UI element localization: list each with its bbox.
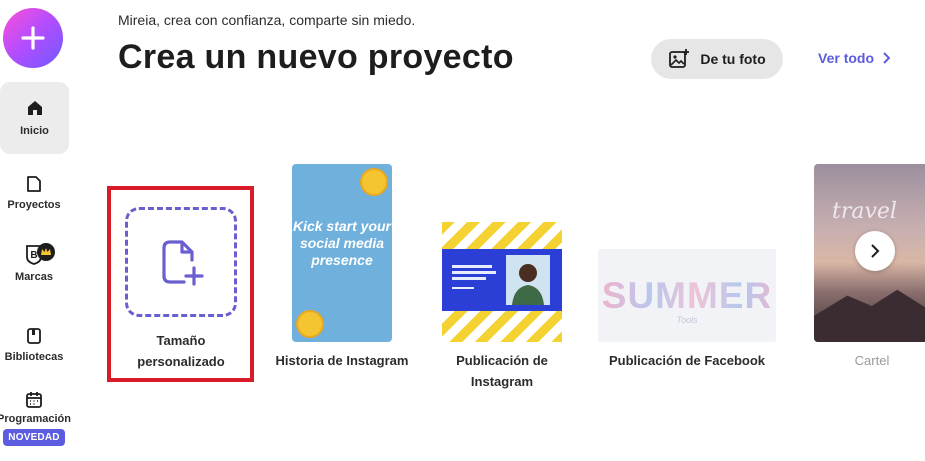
sidebar-item-proyectos[interactable]: Proyectos [0, 175, 68, 211]
facebook-post-label: Publicación de Facebook [608, 353, 766, 368]
from-photo-button[interactable]: De tu foto [651, 39, 783, 79]
sidebar: Inicio Proyectos B Marcas Bibliotecas Pr… [0, 0, 71, 461]
see-all-link[interactable]: Ver todo [818, 50, 891, 66]
chevron-right-icon [871, 244, 880, 258]
home-icon [27, 101, 42, 115]
add-file-icon [162, 240, 204, 286]
label-line: Tamaño [156, 333, 206, 348]
from-photo-label: De tu foto [700, 51, 766, 67]
story-thumb-text: Kick start your social media presence [292, 218, 392, 268]
sticker-icon [360, 168, 388, 196]
new-badge: NOVEDAD [3, 429, 65, 446]
instagram-story-label: Historia de Instagram [275, 353, 409, 368]
instagram-story-card[interactable]: Kick start your social media presence [292, 164, 392, 342]
instagram-post-label: Publicación de Instagram [432, 350, 572, 392]
sidebar-item-label: Inicio [20, 125, 49, 137]
sidebar-item-programacion[interactable]: Programación NOVEDAD [0, 391, 71, 446]
mountain-graphic [814, 289, 925, 342]
sidebar-item-inicio[interactable]: Inicio [0, 82, 69, 154]
facebook-post-card[interactable]: SUMMER Tools [598, 249, 776, 342]
library-icon [27, 328, 41, 344]
instagram-post-card[interactable] [442, 222, 562, 342]
sidebar-item-label: Programación [0, 413, 71, 425]
page-title: Crea un nuevo proyecto [118, 38, 514, 76]
sidebar-item-marcas[interactable]: B Marcas [0, 243, 68, 283]
image-add-icon [669, 49, 690, 68]
label-line: Publicación de [456, 353, 548, 368]
thumb-line [452, 271, 496, 274]
carousel-next-button[interactable] [855, 231, 895, 271]
post-thumb-photo [506, 255, 550, 305]
premium-crown-icon [37, 243, 55, 261]
thumb-line [452, 277, 486, 280]
custom-size-card[interactable] [125, 207, 237, 317]
sidebar-item-bibliotecas[interactable]: Bibliotecas [0, 327, 68, 363]
sidebar-item-label: Proyectos [7, 199, 61, 211]
plus-icon [21, 26, 45, 50]
fb-thumb-text: SUMMER [598, 275, 776, 317]
chevron-right-icon [883, 52, 891, 64]
create-button[interactable] [3, 8, 63, 68]
sidebar-item-label: Bibliotecas [4, 351, 64, 363]
see-all-label: Ver todo [818, 50, 875, 66]
folder-icon [27, 176, 41, 192]
label-line: personalizado [137, 354, 225, 369]
fb-thumb-subtext: Tools [676, 315, 698, 325]
sticker-icon [296, 310, 324, 338]
poster-thumb-text: travel [832, 199, 897, 224]
thumb-line [452, 287, 474, 289]
poster-label: Cartel [854, 353, 890, 368]
custom-size-label: Tamaño personalizado [125, 330, 237, 372]
thumb-line [452, 265, 492, 268]
greeting-text: Mireia, crea con confianza, comparte sin… [118, 12, 416, 28]
sidebar-item-label: Marcas [15, 271, 53, 283]
post-thumb-panel [442, 249, 562, 311]
label-line: Instagram [470, 374, 534, 389]
calendar-icon [26, 392, 42, 408]
